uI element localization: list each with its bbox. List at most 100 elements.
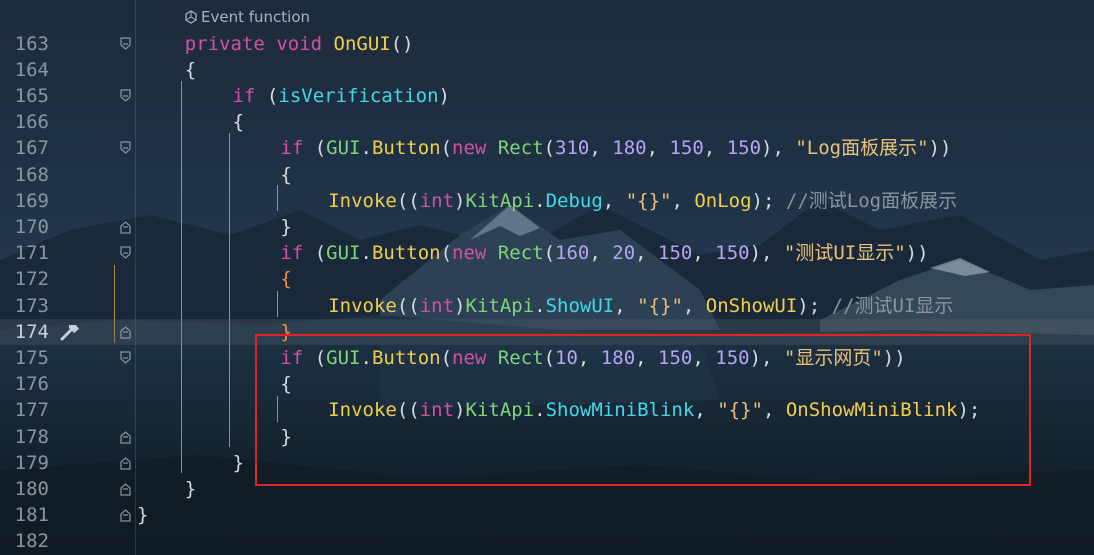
code-token: //测试Log面板展示 xyxy=(774,189,958,212)
code-line[interactable]: 176 { xyxy=(0,371,1094,397)
code-text[interactable]: } xyxy=(185,476,196,502)
code-text[interactable]: { xyxy=(185,57,196,83)
code-token: , xyxy=(589,137,613,160)
line-number: 177 xyxy=(14,399,49,422)
fold-end-icon[interactable] xyxy=(119,430,132,444)
code-token: } xyxy=(280,425,292,448)
fold-start-icon[interactable] xyxy=(119,36,132,51)
code-line[interactable]: 178} xyxy=(0,424,1094,450)
code-token: ); xyxy=(957,399,981,422)
code-token: 150 xyxy=(658,346,693,369)
code-token: )) xyxy=(905,242,929,265)
code-token: Button xyxy=(371,346,441,369)
code-line[interactable]: 182 xyxy=(0,528,1094,554)
code-token: KitApi xyxy=(465,294,535,317)
line-number: 172 xyxy=(14,268,49,291)
code-token: ) xyxy=(454,399,466,422)
code-line[interactable]: 174} xyxy=(0,318,1094,345)
code-line[interactable]: 164 { xyxy=(0,57,1094,83)
code-token: (( xyxy=(396,294,420,317)
code-token: } xyxy=(232,451,245,474)
code-token: ); xyxy=(797,294,821,317)
code-line[interactable]: 169 Invoke((int)KitApi.Debug, "{}", OnLog… xyxy=(0,188,1094,214)
code-token: , xyxy=(635,346,659,369)
code-line[interactable]: 166 { xyxy=(0,109,1094,135)
code-text[interactable]: Invoke((int)KitApi.ShowMiniBlink, "{}", … xyxy=(328,397,980,423)
code-line[interactable]: 165 if (isVerification) xyxy=(0,83,1094,109)
code-token: "测试UI显示" xyxy=(783,242,906,265)
code-text[interactable]: if (GUI.Button(new Rect(160, 20, 150, 15… xyxy=(280,240,928,266)
code-line[interactable]: 179} xyxy=(0,450,1094,476)
code-token: "{}" xyxy=(625,189,672,212)
fold-end-icon[interactable] xyxy=(119,325,132,339)
code-line[interactable]: 173 Invoke((int)KitApi.ShowUI, "{}", OnSh… xyxy=(0,293,1094,319)
code-text[interactable]: } xyxy=(280,319,291,345)
code-token: (( xyxy=(396,399,420,422)
fold-end-icon[interactable] xyxy=(119,482,132,496)
code-token: 150 xyxy=(726,137,762,160)
code-token: ) xyxy=(438,84,450,107)
code-token: ( xyxy=(543,137,556,160)
code-text[interactable]: if (isVerification) xyxy=(233,83,450,109)
code-token: ( xyxy=(543,346,556,369)
code-token: { xyxy=(232,111,245,134)
line-number: 174 xyxy=(14,320,49,343)
fold-end-icon[interactable] xyxy=(119,508,132,522)
fold-start-icon[interactable] xyxy=(119,89,132,103)
code-line[interactable]: 172 { xyxy=(0,266,1094,292)
codelens-label: Event function xyxy=(201,8,311,26)
code-text[interactable]: { xyxy=(280,162,291,188)
code-token: } xyxy=(280,215,292,238)
code-token: { xyxy=(280,268,292,291)
code-text[interactable]: Invoke((int)KitApi.ShowUI, "{}", OnShowU… xyxy=(328,293,953,319)
fold-start-icon[interactable] xyxy=(119,246,132,260)
hammer-icon[interactable] xyxy=(58,321,82,343)
code-token: Button xyxy=(371,242,441,265)
code-token: )) xyxy=(882,346,906,369)
code-text[interactable]: if (GUI.Button(new Rect(310, 180, 150, 1… xyxy=(280,135,951,161)
code-text[interactable]: { xyxy=(280,371,291,397)
code-text[interactable]: { xyxy=(280,266,291,292)
code-line[interactable]: 168 { xyxy=(0,162,1094,188)
code-token: , xyxy=(614,294,638,317)
code-token: KitApi xyxy=(465,189,535,212)
code-text[interactable]: } xyxy=(233,450,244,476)
code-text[interactable]: } xyxy=(280,424,291,450)
code-line[interactable]: 163 private void OnGUI() xyxy=(0,31,1094,57)
code-token: Button xyxy=(371,137,441,160)
line-number: 182 xyxy=(14,530,49,553)
code-token: KitApi xyxy=(465,399,535,422)
code-token: } xyxy=(137,504,149,527)
code-line[interactable]: 171 if (GUI.Button(new Rect(160, 20, 150,… xyxy=(0,240,1094,266)
code-line[interactable]: 167 if (GUI.Button(new Rect(310, 180, 150… xyxy=(0,135,1094,161)
code-text[interactable]: { xyxy=(233,109,244,135)
line-number: 163 xyxy=(14,32,49,55)
code-text[interactable]: Invoke((int)KitApi.Debug, "{}", OnLog); … xyxy=(328,188,957,214)
codelens-hint[interactable]: Event function xyxy=(185,8,310,26)
line-number: 168 xyxy=(14,163,49,186)
code-token: Invoke xyxy=(328,294,397,317)
fold-start-icon[interactable] xyxy=(119,351,132,365)
code-token: OnGUI xyxy=(333,32,391,55)
code-line[interactable]: 180} xyxy=(0,476,1094,502)
code-line[interactable]: 181} xyxy=(0,502,1094,528)
code-token: Rect xyxy=(497,242,544,265)
code-token: 180 xyxy=(612,137,647,160)
code-line[interactable]: 175 if (GUI.Button(new Rect(10, 180, 150,… xyxy=(0,345,1094,371)
code-text[interactable]: } xyxy=(137,502,148,528)
code-editor[interactable]: Event function 163 private void OnGUI() 16… xyxy=(0,0,1094,555)
code-text[interactable]: private void OnGUI() xyxy=(185,31,414,57)
code-text[interactable]: } xyxy=(280,214,291,240)
code-token: { xyxy=(280,163,292,186)
code-text[interactable]: if (GUI.Button(new Rect(10, 180, 150, 15… xyxy=(280,345,905,371)
fold-start-icon[interactable] xyxy=(119,141,132,155)
code-line[interactable]: 177 Invoke((int)KitApi.ShowMiniBlink, "{}… xyxy=(0,397,1094,423)
code-token: if xyxy=(232,84,256,107)
fold-end-icon[interactable] xyxy=(119,220,132,234)
code-token: ), xyxy=(749,346,784,369)
line-number: 164 xyxy=(14,58,49,81)
code-line[interactable]: 170} xyxy=(0,214,1094,240)
code-token: , xyxy=(682,294,706,317)
code-token: 150 xyxy=(669,137,704,160)
fold-end-icon[interactable] xyxy=(119,456,132,470)
